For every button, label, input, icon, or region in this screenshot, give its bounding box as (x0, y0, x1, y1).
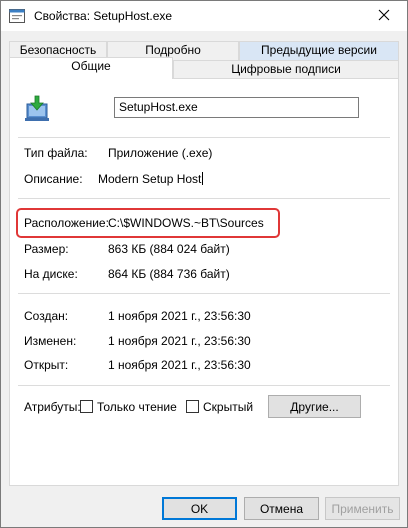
cancel-button[interactable]: Отмена (244, 497, 319, 520)
tab-previous-versions[interactable]: Предыдущие версии (239, 41, 399, 60)
file-name-field[interactable]: SetupHost.exe (114, 97, 359, 118)
opened-label: Открыт: (24, 358, 69, 372)
tab-label: Предыдущие версии (261, 43, 377, 57)
general-panel: SetupHost.exe Тип файла: Приложение (.ex… (9, 78, 399, 486)
disk-size-value: 864 КБ (884 736 байт) (108, 267, 230, 281)
modified-label: Изменен: (24, 334, 77, 348)
tab-digital-signatures[interactable]: Цифровые подписи (173, 60, 399, 79)
attributes-label: Атрибуты: (24, 400, 81, 414)
hidden-label[interactable]: Скрытый (203, 400, 253, 414)
separator (18, 137, 390, 138)
properties-icon (9, 9, 25, 23)
opened-value: 1 ноября 2021 г., 23:56:30 (108, 358, 251, 372)
window-title: Свойства: SetupHost.exe (34, 9, 173, 23)
apply-button-label: Применить (331, 501, 394, 516)
readonly-checkbox[interactable] (80, 400, 93, 413)
title-bar: Свойства: SetupHost.exe (1, 1, 407, 31)
tab-label: Подробно (145, 43, 201, 57)
description-label: Описание: (24, 172, 83, 186)
location-value: C:\$WINDOWS.~BT\Sources (108, 216, 264, 230)
cancel-button-label: Отмена (259, 501, 304, 516)
apply-button[interactable]: Применить (325, 497, 400, 520)
modified-value: 1 ноября 2021 г., 23:56:30 (108, 334, 251, 348)
tab-general[interactable]: Общие (9, 57, 173, 79)
close-icon (378, 9, 390, 24)
disk-size-label: На диске: (24, 267, 78, 281)
tab-label: Цифровые подписи (231, 62, 341, 76)
ok-button-label: OK (190, 501, 209, 516)
file-type-label: Тип файла: (24, 146, 88, 160)
text-cursor (202, 172, 204, 185)
tab-strip: Безопасность Подробно Предыдущие версии … (1, 31, 407, 81)
description-text: Modern Setup Host (98, 172, 202, 186)
readonly-label[interactable]: Только чтение (97, 400, 177, 414)
separator (18, 198, 390, 199)
description-value: Modern Setup Host (98, 172, 204, 186)
hidden-checkbox[interactable] (186, 400, 199, 413)
created-value: 1 ноября 2021 г., 23:56:30 (108, 309, 251, 323)
tab-label: Общие (71, 59, 111, 73)
properties-dialog: Свойства: SetupHost.exe Безопасность Под… (0, 0, 408, 528)
separator (18, 385, 390, 386)
ok-button[interactable]: OK (162, 497, 237, 520)
separator (18, 293, 390, 294)
tab-label: Безопасность (19, 43, 97, 57)
close-button[interactable] (361, 1, 407, 31)
file-type-value: Приложение (.exe) (108, 146, 213, 160)
other-attributes-button-label: Другие... (290, 399, 339, 414)
location-label: Расположение: (24, 216, 109, 230)
created-label: Создан: (24, 309, 69, 323)
other-attributes-button[interactable]: Другие... (268, 395, 361, 418)
size-label: Размер: (24, 242, 69, 256)
size-value: 863 КБ (884 024 байт) (108, 242, 230, 256)
setup-app-icon (24, 95, 50, 123)
